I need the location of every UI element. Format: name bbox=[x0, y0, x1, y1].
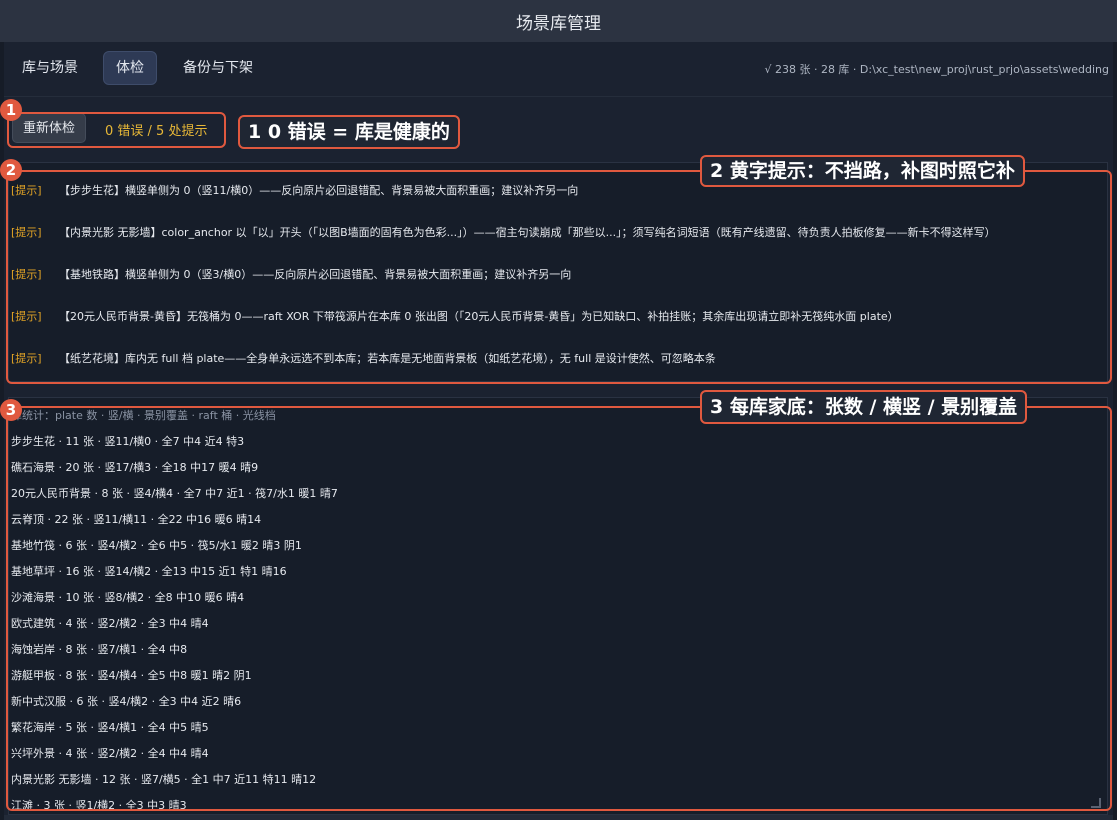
window-title: 场景库管理 bbox=[516, 13, 601, 34]
window-title-bar: 场景库管理 bbox=[0, 0, 1117, 42]
bottom-tab-strip bbox=[4, 815, 1113, 820]
tab-bar: 库与场景 体检 备份与下架 √ 238 张 · 28 库 · D:\xc_tes… bbox=[4, 42, 1113, 96]
annotation-badge-1: 1 bbox=[0, 99, 22, 121]
tab-health-check[interactable]: 体检 bbox=[103, 51, 157, 85]
tab-libraries-scenes[interactable]: 库与场景 bbox=[10, 51, 90, 85]
annotation-box-2 bbox=[6, 170, 1112, 384]
library-path-info: √ 238 张 · 28 库 · D:\xc_test\new_proj\rus… bbox=[764, 63, 1109, 76]
annotation-box-3 bbox=[6, 406, 1112, 811]
annotation-label-2: 2 黄字提示：不挡路，补图时照它补 bbox=[700, 155, 1025, 187]
annotation-box-1 bbox=[7, 112, 226, 148]
tab-backup-unlist[interactable]: 备份与下架 bbox=[171, 51, 265, 85]
annotation-badge-2: 2 bbox=[0, 159, 22, 181]
annotation-label-3: 3 每库家底：张数 / 横竖 / 景别覆盖 bbox=[700, 390, 1028, 424]
annotation-badge-3: 3 bbox=[0, 399, 22, 421]
annotation-label-1: 1 0 错误 = 库是健康的 bbox=[238, 115, 460, 149]
